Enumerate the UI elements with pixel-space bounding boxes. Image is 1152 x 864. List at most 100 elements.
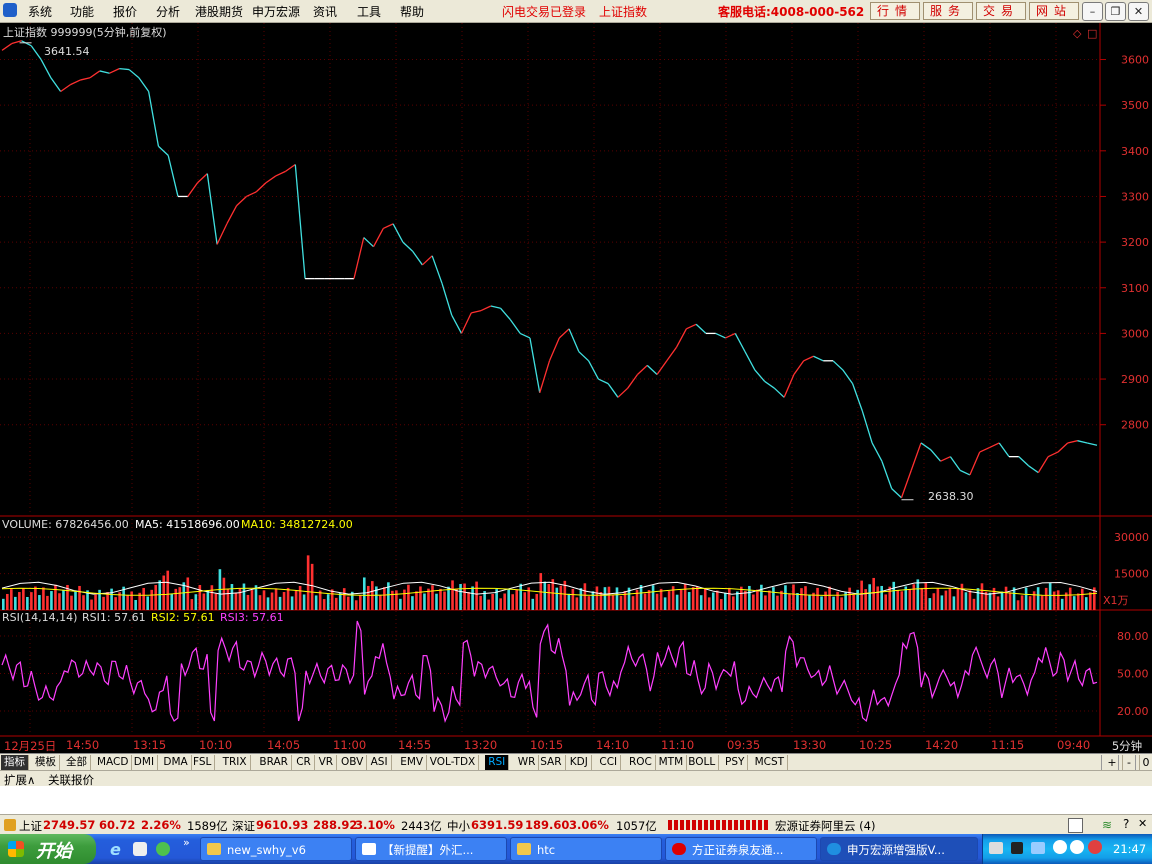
indicator-tab-obv[interactable]: OBV xyxy=(338,755,368,770)
task-forex-alert[interactable]: 【新提醒】外汇... xyxy=(355,837,507,861)
task-label: new_swhy_v6 xyxy=(227,843,306,857)
indicator-tab-kdj[interactable]: KDJ xyxy=(567,755,592,770)
price-segment xyxy=(803,355,814,362)
minimize-icon[interactable]: – xyxy=(1082,2,1103,21)
indicator-tab-cr[interactable]: CR xyxy=(293,755,315,770)
indicator-tab-wr[interactable]: WR xyxy=(515,755,540,770)
menu-item-analysis[interactable]: 分析 xyxy=(156,3,180,20)
volume-bar xyxy=(479,595,482,610)
clock[interactable]: 21:47 xyxy=(1113,842,1146,856)
volume-bar xyxy=(736,591,739,610)
price-segment xyxy=(813,355,824,362)
indicator-tab-emv[interactable]: EMV xyxy=(397,755,428,770)
indicator-tab-trix[interactable]: TRIX xyxy=(220,755,251,770)
quicklaunch-more-icon[interactable]: » xyxy=(183,836,190,849)
trade-button[interactable]: 交易 xyxy=(976,2,1026,20)
menu-item-help[interactable]: 帮助 xyxy=(400,3,424,20)
tray-network-icon[interactable] xyxy=(1031,842,1045,854)
website-button[interactable]: 网站 xyxy=(1029,2,1079,20)
volume-bar xyxy=(226,588,230,610)
task-new-swhy[interactable]: new_swhy_v6 xyxy=(200,837,352,861)
task-fangzheng[interactable]: 方正证券泉友通... xyxy=(665,837,817,861)
menu-item-hk-futures[interactable]: 港股期货 xyxy=(195,3,243,20)
price-segment xyxy=(793,360,805,375)
volume-bar xyxy=(2,598,5,610)
time-axis-label: 13:30 xyxy=(793,738,827,752)
chart-window-controls: ◇ □ xyxy=(1073,27,1097,40)
volume-bar xyxy=(639,584,643,610)
tray-back-icon[interactable] xyxy=(1053,840,1067,854)
indicator-tab-模板[interactable]: 模板 xyxy=(32,755,60,770)
indicator-tab-asi[interactable]: ASI xyxy=(368,755,392,770)
indicator-tab-roc[interactable]: ROC xyxy=(626,755,656,770)
price-segment xyxy=(167,155,179,197)
menu-item-function[interactable]: 功能 xyxy=(70,3,94,20)
task-swhy-enhanced[interactable]: 申万宏源增强版V... xyxy=(820,837,978,861)
ie-icon[interactable]: e xyxy=(110,840,121,859)
layout-icon[interactable] xyxy=(1068,818,1083,833)
indicator-tab-rsi[interactable]: RSI xyxy=(485,755,510,770)
server-name[interactable]: 宏源证券阿里云 (4) xyxy=(775,818,875,834)
price-segment xyxy=(861,410,873,444)
price-segment xyxy=(471,309,482,314)
start-button[interactable]: 开始 xyxy=(0,834,96,864)
indicator-tab-dmi[interactable]: DMI xyxy=(131,755,159,770)
kline-chart[interactable]: 3600 3500 3400 3300 3200 3100 3000 2900 2800 3000… xyxy=(0,23,1152,738)
volume-bar xyxy=(571,588,575,610)
service-button[interactable]: 服务 xyxy=(923,2,973,20)
browser-icon[interactable] xyxy=(156,842,170,856)
indicator-tab-全部[interactable]: 全部 xyxy=(63,755,91,770)
volume-bar xyxy=(1008,592,1012,610)
close-icon[interactable]: ✕ xyxy=(1128,2,1149,21)
indicator-tab-vol-tdx[interactable]: VOL-TDX xyxy=(427,755,480,770)
task-htc[interactable]: htc xyxy=(510,837,662,861)
indicator-tab-sar[interactable]: SAR xyxy=(537,755,566,770)
restore-icon[interactable]: ❐ xyxy=(1105,2,1126,21)
indicator-tab-指标[interactable]: 指标 xyxy=(1,755,29,770)
app-quicklaunch-icon[interactable] xyxy=(133,842,147,856)
zx-value[interactable]: 6391.59 xyxy=(471,818,523,832)
volume-bar xyxy=(50,591,53,610)
indicator-tab-brar[interactable]: BRAR xyxy=(256,755,292,770)
volume-bar xyxy=(619,595,623,610)
indicator-tab-boll[interactable]: BOLL xyxy=(685,755,720,770)
tray-phone-icon[interactable] xyxy=(1011,842,1023,854)
menu-item-tools[interactable]: 工具 xyxy=(357,3,381,20)
indicator-tab-mtm[interactable]: MTM xyxy=(656,755,688,770)
volume-bar xyxy=(932,593,936,610)
menu-item-system[interactable]: 系统 xyxy=(28,3,52,20)
volume-bar xyxy=(379,594,382,610)
volume-bar xyxy=(415,591,418,610)
menu-item-news[interactable]: 资讯 xyxy=(313,3,337,20)
indicator-tab-dma[interactable]: DMA xyxy=(160,755,192,770)
indicator-tab-cci[interactable]: CCI xyxy=(596,755,622,770)
sh-value[interactable]: 2749.57 xyxy=(43,818,95,832)
volume-bar xyxy=(551,579,555,610)
question-icon[interactable]: ? xyxy=(1123,817,1129,831)
tray-security-icon[interactable] xyxy=(1088,840,1102,854)
status-close-icon[interactable]: ✕ xyxy=(1138,817,1147,830)
sh-amount: 1589亿 xyxy=(187,819,228,833)
menu-item-swhy[interactable]: 申万宏源 xyxy=(252,3,300,20)
indicator-tab-fsl[interactable]: FSL xyxy=(190,755,216,770)
indicator-tab-macd[interactable]: MACD xyxy=(94,755,133,770)
price-segment xyxy=(451,314,463,334)
indicator-tab-vr[interactable]: VR xyxy=(316,755,338,770)
maximize-chart-icon[interactable]: □ xyxy=(1087,27,1097,40)
menu-item-quote[interactable]: 报价 xyxy=(113,3,137,20)
diamond-icon[interactable]: ◇ xyxy=(1073,27,1082,40)
task-label: 申万宏源增强版V... xyxy=(847,843,945,857)
keyboard-icon[interactable] xyxy=(989,842,1003,854)
volume-bar xyxy=(1088,592,1092,610)
sz-value[interactable]: 9610.93 xyxy=(256,818,308,832)
indicator-tab-mcst[interactable]: MCST xyxy=(752,755,789,770)
indicator-tab-psy[interactable]: PSY xyxy=(722,755,749,770)
price-segment xyxy=(871,442,883,462)
period-selector[interactable]: 5分钟 xyxy=(1102,738,1152,753)
volume-bar xyxy=(290,596,294,610)
tab-reset-button[interactable]: 0 xyxy=(1135,755,1152,770)
tray-forward-icon[interactable] xyxy=(1070,840,1084,854)
volume-bar xyxy=(1060,598,1064,610)
volume-bar xyxy=(836,591,839,610)
market-button[interactable]: 行情 xyxy=(870,2,920,20)
